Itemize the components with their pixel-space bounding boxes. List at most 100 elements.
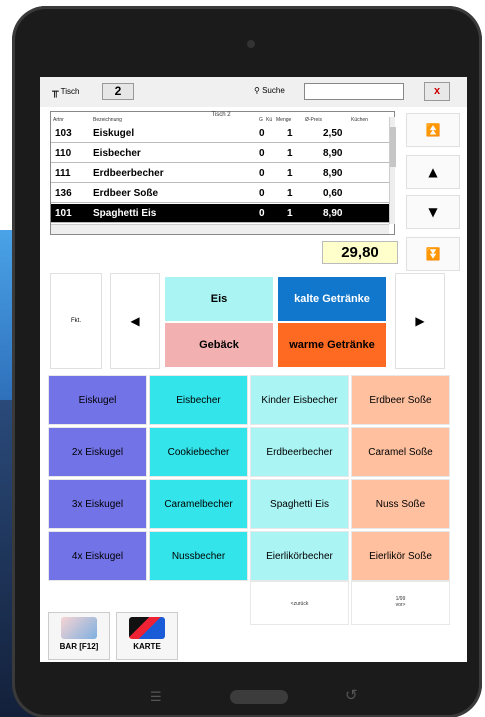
category-prev-button[interactable]: ◀ [110,273,160,369]
scroll-top-button[interactable]: ⏫ [406,113,460,147]
horizontal-scrollbar[interactable] [51,224,389,234]
karte-payment-button[interactable]: KARTE [116,612,178,660]
table-row[interactable]: 110 Eisbecher 0 1 8,90 [51,144,389,163]
header-bezeichnung: Bezeichnung [93,117,122,123]
category-warme-getraenke[interactable]: warme Getränke [278,323,386,367]
product-erdbeerbecher[interactable]: Erdbeerbecher [250,427,349,477]
category-gebaeck[interactable]: Gebäck [165,323,273,367]
product-eiskugel[interactable]: Eiskugel [48,375,147,425]
cell-preis: 0,60 [323,188,343,199]
table-row[interactable]: 136 Erdbeer Soße 0 1 0,60 [51,184,389,203]
order-grid: Tisch 2 Artnr Bezeichnung G Kü Menge Ø-P… [50,111,396,235]
search-icon: ⚲ [254,86,260,95]
cell-name: Erdbeer Soße [93,188,159,199]
product-nuss-sosse[interactable]: Nuss Soße [351,479,450,529]
scroll-thumb[interactable] [390,127,396,167]
pager-next-label: vor> [395,602,406,608]
back-icon[interactable]: ↺ [345,686,363,704]
product-caramelbecher[interactable]: Caramelbecher [149,479,248,529]
cell-menge: 1 [287,148,293,159]
header-ku: Kü [266,117,273,123]
product-2x-eiskugel[interactable]: 2x Eiskugel [48,427,147,477]
grid-header: Artnr Bezeichnung G Kü Menge Ø-Preis Küc… [51,117,389,124]
cell-g: 0 [259,188,265,199]
top-bar: ╥ Tisch 2 ⚲ Suche x [40,77,467,107]
karte-label: KARTE [133,642,161,651]
table-icon: ╥ [52,85,59,98]
cell-menge: 1 [287,208,293,219]
cell-artnr: 136 [55,188,72,199]
cash-icon [61,617,97,639]
camera-icon [247,40,255,48]
cell-name: Erdbeerbecher [93,168,164,179]
header-artnr: Artnr [53,117,64,123]
product-erdbeer-sosse[interactable]: Erdbeer Soße [351,375,450,425]
category-eis[interactable]: Eis [165,277,273,321]
scroll-up-button[interactable]: ▲ [406,155,460,189]
header-g: G [259,117,263,123]
product-eisbecher[interactable]: Eisbecher [149,375,248,425]
cell-g: 0 [259,168,265,179]
vertical-scrollbar[interactable] [389,117,396,224]
right-arrow-icon: ▶ [415,314,425,328]
search-input[interactable] [304,83,404,100]
header-kuchen: Küchen [351,117,368,123]
pager-back-button[interactable]: <zurück [250,581,349,625]
cell-preis: 8,90 [323,148,343,159]
product-eierlikoer-sosse[interactable]: Eierlikör Soße [351,531,450,581]
cell-g: 0 [259,128,265,139]
pos-screen: ╥ Tisch 2 ⚲ Suche x Tisch 2 Artnr Bezeic… [40,77,467,662]
menu-icon[interactable]: ☰ [150,690,168,705]
header-preis: Ø-Preis [305,117,322,123]
tisch-button[interactable]: ╥ Tisch [52,85,79,98]
table-row[interactable]: 103 Eiskugel 0 1 2,50 [51,124,389,143]
cell-preis: 2,50 [323,128,343,139]
cell-preis: 8,90 [323,208,343,219]
bar-label: BAR [F12] [59,642,99,651]
suche-label: Suche [262,86,285,95]
cell-g: 0 [259,208,265,219]
left-arrow-icon: ◀ [130,314,140,328]
product-eierlikoerbecher[interactable]: Eierlikörbecher [250,531,349,581]
cell-name: Eisbecher [93,148,141,159]
suche-button[interactable]: ⚲ Suche [254,86,285,95]
total-amount: 29,80 [322,241,398,264]
cell-artnr: 110 [55,148,72,159]
scroll-down-button[interactable]: ▼ [406,195,460,229]
double-up-arrow-icon: ⏫ [425,123,441,137]
up-arrow-icon: ▲ [428,165,438,179]
cell-artnr: 103 [55,128,72,139]
fkt-button[interactable]: Fkt. [50,273,102,369]
scroll-bottom-button[interactable]: ⏬ [406,237,460,271]
category-next-button[interactable]: ▶ [395,273,445,369]
table-row[interactable]: 111 Erdbeerbecher 0 1 8,90 [51,164,389,183]
product-nussbecher[interactable]: Nussbecher [149,531,248,581]
cell-menge: 1 [287,188,293,199]
down-arrow-icon: ▼ [428,205,438,219]
cell-name: Spaghetti Eis [93,208,157,219]
pager-next-button[interactable]: 1/99 vor> [351,581,450,625]
bar-payment-button[interactable]: BAR [F12] [48,612,110,660]
product-kinder-eisbecher[interactable]: Kinder Eisbecher [250,375,349,425]
product-spaghetti-eis[interactable]: Spaghetti Eis [250,479,349,529]
double-down-arrow-icon: ⏬ [425,247,441,261]
tisch-label: Tisch [60,87,80,96]
product-3x-eiskugel[interactable]: 3x Eiskugel [48,479,147,529]
tisch-number-field[interactable]: 2 [102,83,134,100]
cell-name: Eiskugel [93,128,135,139]
header-menge: Menge [276,117,292,123]
cell-artnr: 101 [55,208,72,219]
credit-card-icon [129,617,165,639]
cell-artnr: 111 [55,168,71,179]
table-row-selected[interactable]: 101 Spaghetti Eis 0 1 8,90 [51,204,389,223]
cell-menge: 1 [287,128,293,139]
cell-g: 0 [259,148,265,159]
home-button[interactable] [230,690,288,704]
cell-menge: 1 [287,168,293,179]
category-kalte-getraenke[interactable]: kalte Getränke [278,277,386,321]
cell-preis: 8,90 [323,168,343,179]
product-caramel-sosse[interactable]: Caramel Soße [351,427,450,477]
product-4x-eiskugel[interactable]: 4x Eiskugel [48,531,147,581]
close-button[interactable]: x [424,82,450,101]
product-cookiebecher[interactable]: Cookiebecher [149,427,248,477]
